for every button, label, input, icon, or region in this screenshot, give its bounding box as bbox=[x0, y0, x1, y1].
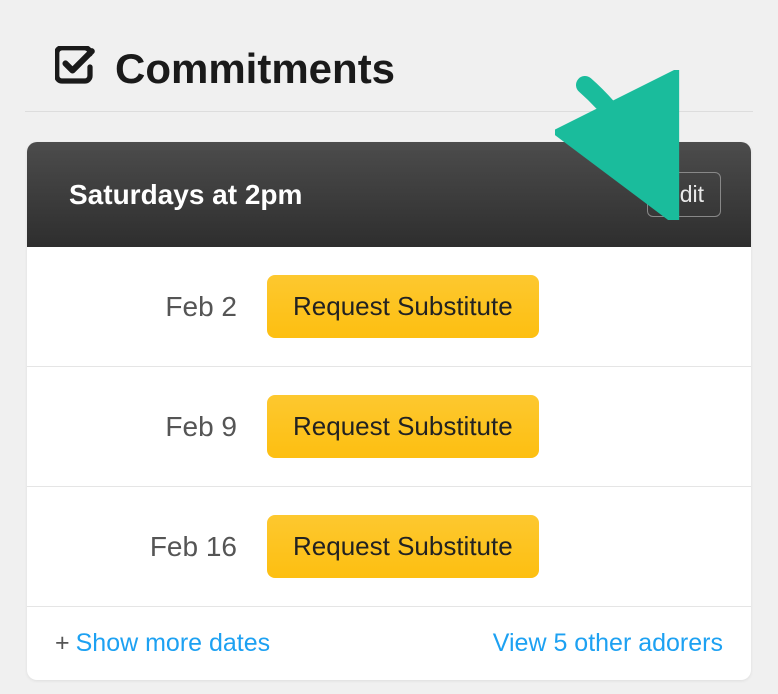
date-label: Feb 9 bbox=[27, 411, 267, 443]
edit-button[interactable]: Edit bbox=[647, 172, 721, 217]
check-icon bbox=[55, 46, 97, 93]
page-header: Commitments bbox=[25, 30, 753, 112]
view-other-adorers-link[interactable]: View 5 other adorers bbox=[493, 629, 723, 658]
page-title: Commitments bbox=[115, 45, 395, 93]
date-row: Feb 2 Request Substitute bbox=[27, 247, 751, 367]
commitment-card: Saturdays at 2pm Edit Feb 2 Request Subs… bbox=[27, 142, 751, 680]
plus-icon: + bbox=[55, 629, 70, 658]
date-label: Feb 2 bbox=[27, 291, 267, 323]
show-more-label: Show more dates bbox=[76, 629, 271, 658]
date-row: Feb 16 Request Substitute bbox=[27, 487, 751, 607]
request-substitute-button[interactable]: Request Substitute bbox=[267, 515, 539, 578]
request-substitute-button[interactable]: Request Substitute bbox=[267, 275, 539, 338]
show-more-dates-link[interactable]: + Show more dates bbox=[55, 629, 270, 658]
date-row: Feb 9 Request Substitute bbox=[27, 367, 751, 487]
card-footer: + Show more dates View 5 other adorers bbox=[27, 607, 751, 680]
request-substitute-button[interactable]: Request Substitute bbox=[267, 395, 539, 458]
card-header: Saturdays at 2pm Edit bbox=[27, 142, 751, 247]
date-label: Feb 16 bbox=[27, 531, 267, 563]
schedule-label: Saturdays at 2pm bbox=[69, 179, 302, 211]
